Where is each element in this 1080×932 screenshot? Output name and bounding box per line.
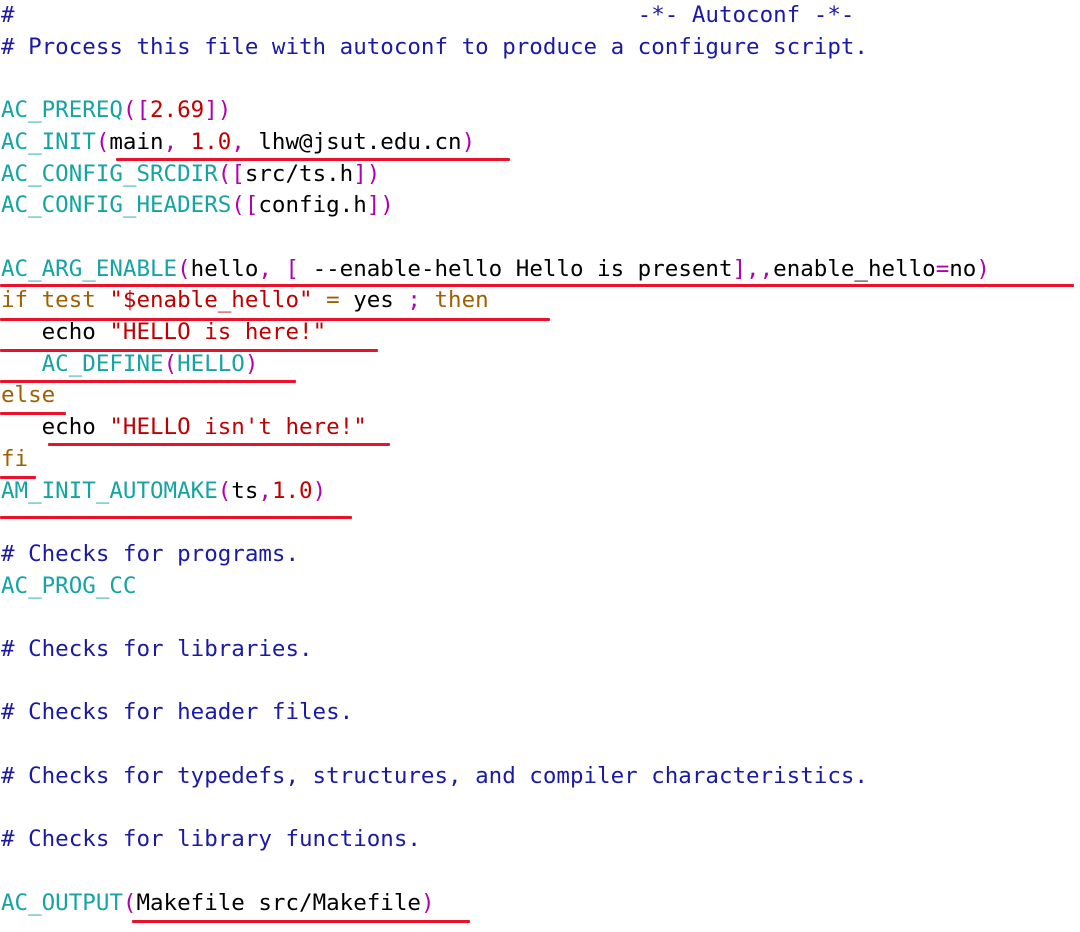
code-token: ) xyxy=(244,350,259,377)
code-token: AM_INIT_AUTOMAKE xyxy=(1,477,218,504)
red-underline-annotation xyxy=(0,412,66,415)
code-token: else xyxy=(1,382,56,409)
code-token: "HELLO is here!" xyxy=(109,319,327,345)
code-line[interactable]: AC_INIT(main, 1.0, lhw@jsut.edu.cn) xyxy=(1,127,1079,159)
code-token: yes xyxy=(353,287,394,314)
code-token: src/ts.h xyxy=(244,160,354,187)
code-token: , xyxy=(163,128,191,155)
code-token: ]) xyxy=(353,160,381,187)
red-underline-annotation xyxy=(48,443,390,446)
code-token: # Process this file with autoconf to pro… xyxy=(1,33,868,60)
code-token: main xyxy=(109,128,164,155)
code-line[interactable]: echo "HELLO isn't here!" xyxy=(1,412,1079,444)
code-line[interactable]: # Process this file with autoconf to pro… xyxy=(1,32,1079,64)
code-token: , [ xyxy=(258,255,300,282)
code-token: "HELLO isn't here!" xyxy=(109,414,367,441)
code-token: ( xyxy=(217,477,232,504)
red-underline-annotation xyxy=(0,349,378,352)
code-token: 2.69 xyxy=(150,97,205,124)
red-underline-annotation xyxy=(0,380,296,383)
code-line[interactable]: # Checks for header files. xyxy=(1,697,1079,729)
code-line[interactable]: echo "HELLO is here!" xyxy=(1,317,1079,349)
code-token: no xyxy=(949,255,977,282)
red-underline-annotation xyxy=(0,284,1074,287)
code-token: enable_hello xyxy=(773,255,936,282)
code-token: ([ xyxy=(122,97,151,124)
code-token: 1.0 xyxy=(190,128,232,155)
code-token: "$enable_hello" xyxy=(109,287,313,314)
code-line[interactable]: AC_CONFIG_HEADERS([config.h]) xyxy=(1,190,1079,222)
code-line[interactable]: if test "$enable_hello" = yes ; then xyxy=(1,285,1079,317)
code-token: ) xyxy=(976,255,990,282)
code-token: , xyxy=(258,477,272,504)
code-token: ( xyxy=(163,350,178,377)
code-line[interactable]: # Checks for programs. xyxy=(1,539,1079,571)
code-token: = xyxy=(312,287,354,314)
code-token: ) xyxy=(312,477,327,504)
code-token: = xyxy=(935,255,950,282)
code-token: HELLO xyxy=(177,350,245,377)
code-token: AC_OUTPUT xyxy=(1,889,123,916)
code-token: --enable-hello Hello is present xyxy=(299,255,733,282)
code-token: echo xyxy=(1,319,110,345)
code-token: , xyxy=(231,128,259,155)
code-token: ]) xyxy=(204,97,232,124)
code-token: # xyxy=(1,2,15,28)
code-token: AC_PROG_CC xyxy=(1,572,137,599)
code-line[interactable]: else xyxy=(1,380,1079,412)
code-token: AC_CONFIG_HEADERS xyxy=(1,192,232,219)
code-token: # Checks for libraries. xyxy=(1,636,313,662)
code-line[interactable]: fi xyxy=(1,444,1079,476)
code-line[interactable]: AC_DEFINE(HELLO) xyxy=(1,349,1079,381)
code-token: fi xyxy=(1,445,29,472)
code-token: AC_ARG_ENABLE xyxy=(1,255,178,282)
code-line[interactable]: AM_INIT_AUTOMAKE(ts,1.0) xyxy=(1,476,1079,508)
code-token: ( xyxy=(177,255,191,282)
code-token: -*- Autoconf -*- xyxy=(637,2,855,28)
code-line[interactable]: AC_ARG_ENABLE(hello, [ --enable-hello He… xyxy=(1,254,1079,286)
code-token: ([ xyxy=(217,160,245,187)
code-token: ( xyxy=(122,889,137,916)
code-line[interactable]: # Checks for libraries. xyxy=(1,634,1079,666)
code-token: Makefile src/Makefile xyxy=(136,889,421,916)
code-token: # Checks for library functions. xyxy=(1,826,421,853)
red-underline-annotation xyxy=(116,158,510,161)
code-line[interactable]: # -*- Autoconf -*- xyxy=(1,0,1079,32)
code-line[interactable]: AC_CONFIG_SRCDIR([src/ts.h]) xyxy=(1,159,1079,191)
red-underline-annotation xyxy=(0,516,352,519)
code-token: config.h xyxy=(258,192,367,219)
red-underline-annotation xyxy=(0,318,550,321)
code-token: AC_PREREQ xyxy=(1,97,123,124)
code-token: # Checks for programs. xyxy=(1,540,300,567)
red-underline-annotation xyxy=(0,476,36,479)
code-token: 1.0 xyxy=(271,477,313,504)
code-token: ; xyxy=(393,287,435,314)
code-line[interactable]: AC_PREREQ([2.69]) xyxy=(1,95,1079,127)
code-token: hello xyxy=(190,255,259,282)
code-token: # Checks for header files. xyxy=(1,699,354,726)
code-line[interactable]: AC_OUTPUT(Makefile src/Makefile) xyxy=(1,888,1079,920)
code-token: AC_INIT xyxy=(1,128,96,155)
code-token: then xyxy=(434,287,489,314)
code-token: ],, xyxy=(732,255,774,282)
code-token: ( xyxy=(95,128,110,155)
code-token: AC_DEFINE xyxy=(1,350,164,377)
code-token: ]) xyxy=(366,192,394,219)
code-token: lhw@jsut.edu.cn xyxy=(258,128,462,155)
code-editor[interactable]: # -*- Autoconf -*- # Process this file wi… xyxy=(0,0,1080,932)
red-underline-annotation xyxy=(132,920,470,923)
code-token: ts xyxy=(231,477,259,504)
code-token: # Checks for typedefs, structures, and c… xyxy=(1,762,868,789)
code-token: ) xyxy=(420,889,435,916)
code-token: ([ xyxy=(231,192,259,219)
code-token: echo xyxy=(1,414,110,441)
code-line[interactable]: AC_PROG_CC xyxy=(1,571,1079,603)
code-token: if test xyxy=(1,287,110,314)
code-line[interactable]: # Checks for library functions. xyxy=(1,824,1079,856)
code-token: ) xyxy=(461,128,476,155)
code-token: AC_CONFIG_SRCDIR xyxy=(1,160,218,187)
code-line[interactable]: # Checks for typedefs, structures, and c… xyxy=(1,761,1079,793)
